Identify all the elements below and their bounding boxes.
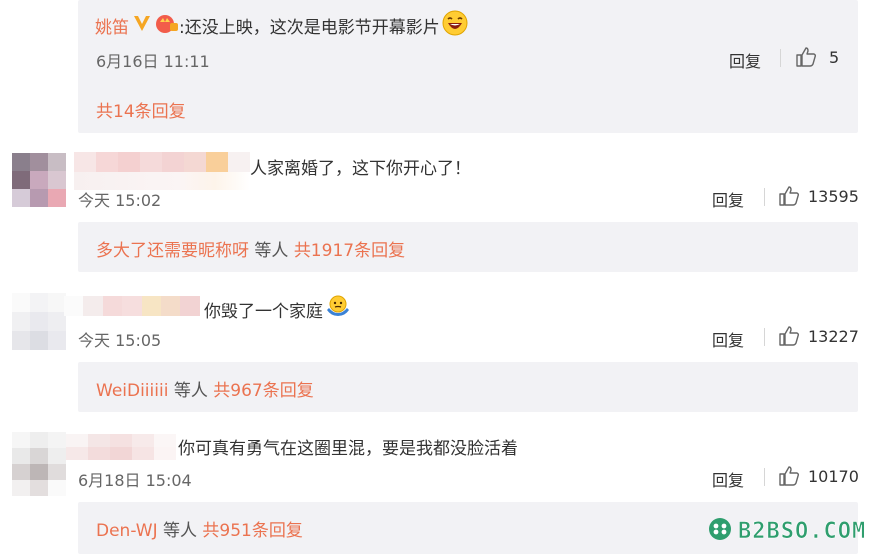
view-more-replies-link[interactable]: 共951条回复 <box>202 521 302 541</box>
verified-v-icon <box>132 13 152 37</box>
replier-names-link[interactable]: Den-WJ <box>96 521 158 541</box>
etc-label: 等人 <box>249 241 294 261</box>
blurred-username <box>66 434 176 460</box>
etc-label: 等人 <box>168 381 214 401</box>
avatar[interactable] <box>12 432 66 496</box>
avatar[interactable] <box>12 293 66 351</box>
shrug-face-icon <box>325 294 351 325</box>
reply-button[interactable]: 回复 <box>712 187 744 211</box>
etc-label: 等人 <box>157 521 203 541</box>
reply-button[interactable]: 回复 <box>729 48 761 72</box>
reply-text: :还没上映，这次是电影节开幕影片 <box>179 17 440 38</box>
blurred-username <box>64 296 200 316</box>
thumbs-up-icon[interactable] <box>778 325 800 351</box>
comment-time: 今天 15:05 <box>78 331 162 350</box>
comment-text: 你毁了一个家庭 <box>204 294 351 325</box>
reply-button[interactable]: 回复 <box>712 327 744 351</box>
comment-text-content: 你毁了一个家庭 <box>204 302 323 322</box>
replier-names-link[interactable]: WeiDiiiiii <box>96 381 168 401</box>
divider <box>764 328 765 346</box>
reply-button[interactable]: 回复 <box>712 467 744 491</box>
replier-names-link[interactable]: 多大了还需要昵称呀 <box>96 241 249 261</box>
avatar[interactable] <box>12 153 66 207</box>
divider <box>764 188 765 206</box>
thumbs-up-icon[interactable] <box>795 46 817 72</box>
view-more-replies-link[interactable]: 共967条回复 <box>213 381 313 401</box>
comment-time: 今天 15:02 <box>78 191 162 210</box>
reply-summary: Den-WJ 等人 共951条回复 <box>96 516 303 541</box>
reply-summary: WeiDiiiiii 等人 共967条回复 <box>96 376 314 401</box>
like-count: 13227 <box>808 327 859 346</box>
watermark: B2BSO.COM <box>708 517 866 545</box>
like-count: 13595 <box>808 187 859 206</box>
comment-time: 6月18日 15:04 <box>78 471 192 490</box>
view-more-replies-link[interactable]: 共14条回复 <box>96 97 186 122</box>
b2bso-logo-icon <box>708 517 732 545</box>
comment-text: 人家离婚了，这下你开心了！ <box>250 159 471 179</box>
divider <box>764 468 765 486</box>
vip-badge-icon <box>155 12 179 38</box>
thumbs-up-icon[interactable] <box>778 465 800 491</box>
comment-text: 你可真有勇气在这圈里混，要是我都没脸活着 <box>178 439 518 459</box>
laughing-face-icon <box>442 10 468 40</box>
reply-summary: 多大了还需要昵称呀 等人 共1917条回复 <box>96 236 405 261</box>
reply-time: 6月16日 11:11 <box>96 52 210 71</box>
reply-line: 姚笛 :还没上映，这次是电影节开幕影片 <box>95 10 468 40</box>
thumbs-up-icon[interactable] <box>778 185 800 211</box>
reply-username[interactable]: 姚笛 <box>95 13 129 38</box>
view-more-replies-link[interactable]: 共1917条回复 <box>294 241 405 261</box>
blurred-username <box>74 152 250 172</box>
watermark-text: B2BSO.COM <box>738 518 867 544</box>
like-count: 5 <box>829 48 840 67</box>
divider <box>780 49 781 67</box>
like-count: 10170 <box>808 467 859 486</box>
